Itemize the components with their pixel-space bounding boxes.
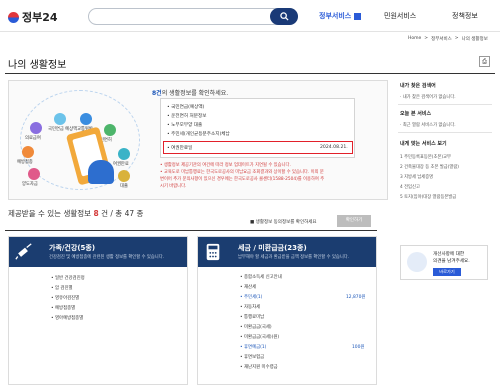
site-logo[interactable]: 정부24 xyxy=(8,9,58,25)
medical-icon xyxy=(30,122,42,134)
list-item[interactable]: • 노부모부양 대출 xyxy=(167,122,202,128)
breadcrumb-current: 나의 생활정보 xyxy=(461,37,488,42)
card-item[interactable]: • 영유아검진별 xyxy=(51,295,79,301)
search-button[interactable] xyxy=(270,8,298,25)
passport-expiry-date: 2024.08.21. xyxy=(320,145,348,150)
card-item-value: 12,870원 xyxy=(346,295,366,300)
search-input[interactable] xyxy=(88,8,298,25)
card-item[interactable]: • 휴면보험금 xyxy=(240,354,264,360)
sidebar-search-history-title: 내가 찾은 검색어 xyxy=(400,83,436,89)
card-item[interactable]: • 휴면예금(1) xyxy=(240,344,266,350)
card-item[interactable]: • 암 검진별 xyxy=(51,285,73,291)
sidebar-recommend-title: 내게 맞는 서비스 보기 xyxy=(400,141,447,147)
card-header: 가족/건강(5종) 건강검진 및 예방접종에 관련된 생활 정보를 확인할 수 … xyxy=(9,237,187,267)
card-item[interactable]: • 미환급금(국세)(원) xyxy=(240,334,279,340)
card-item[interactable]: • 재난지원 미수령금 xyxy=(240,364,278,370)
card-header: 세금 / 미환급금(23종) 납부해야 할 세금과 환급받을 금액 정보를 확인… xyxy=(198,237,376,267)
card-desc: 건강검진 및 예방접종에 관련된 생활 정보를 확인할 수 있습니다. xyxy=(49,255,165,260)
card-item-value: 100원 xyxy=(352,345,365,350)
breadcrumb: Home > 정부서비스 > 나의 생활정보 xyxy=(408,36,488,42)
info-count-text: 제공받을 수 있는 생활정보 8 건 / 총 47 종 xyxy=(8,209,144,218)
traffic-icon xyxy=(80,113,92,125)
title-divider xyxy=(5,73,495,74)
breadcrumb-gov[interactable]: 정부서비스 xyxy=(431,36,452,42)
card-item[interactable]: • 통행료미납 xyxy=(240,314,264,320)
sidebar-recommend-item[interactable]: 5 토지(임야)대장 열람등본발급 xyxy=(400,194,456,200)
intro-note: 변이어 추가 문의사항이 있으신 경우에는 한국도로공사 콜센터(1588-25… xyxy=(160,177,325,182)
card-item[interactable]: • 재산세 xyxy=(240,284,256,290)
calculator-icon xyxy=(206,243,220,261)
pension-icon xyxy=(54,113,66,125)
nav-civil-services[interactable]: 민원서비스 xyxy=(384,11,416,21)
card-title: 가족/건강(5종) xyxy=(49,244,96,252)
transfer-icon xyxy=(28,168,40,180)
logo-text: 정부24 xyxy=(22,11,58,24)
list-item[interactable]: • 국민연금(예상액) xyxy=(167,104,204,110)
nav-policy-info[interactable]: 정책정보 xyxy=(452,11,478,21)
loan-icon xyxy=(118,170,130,182)
consent-info-text: ■ 생활정보 동의정보를 확인하세요 xyxy=(250,220,317,225)
card-title: 세금 / 미환급금(23종) xyxy=(238,244,307,252)
card-item[interactable]: • 일반 건강검진정 xyxy=(51,275,85,281)
passport-icon xyxy=(118,148,130,160)
list-item[interactable]: • 운전면허 처분정보 xyxy=(167,113,206,119)
sidebar-recommend-item[interactable]: 3 지방세 납세증명 xyxy=(400,174,433,180)
passport-expiry-label: • 여권만료일 xyxy=(167,146,193,151)
breadcrumb-home[interactable]: Home xyxy=(408,36,421,42)
sidebar-search-history-empty: · 내가 찾은 검색어가 없습니다. xyxy=(400,95,456,100)
vaccine-icon xyxy=(22,146,34,158)
card-item[interactable]: • 자동차세 xyxy=(240,304,260,310)
feedback-banner[interactable]: 개선사항에 대한 의견을 남겨주세요. 바로가기 xyxy=(400,245,488,280)
intro-note: • 생활정보 제공기관의 여건에 따라 정보 업데이트가 지연될 수 있습니다. xyxy=(160,163,291,168)
intro-headline: 8건의 생활정보를 확인하세요. xyxy=(152,90,229,97)
list-item[interactable]: • 주민세(개인균등분주소지)체납 xyxy=(167,131,230,137)
active-check-icon xyxy=(354,12,362,20)
syringe-icon xyxy=(15,243,32,260)
sidebar-recommend-item[interactable]: 2 건축물대장 등 초본 발급(열람) xyxy=(400,164,459,170)
sidebar-recommend-item[interactable]: 1 주민등록표등본(초본)교부 xyxy=(400,154,451,160)
card-item[interactable]: • 종합소득세 신고안내 xyxy=(240,274,282,280)
search-icon xyxy=(279,12,289,21)
feedback-illustration-icon xyxy=(407,252,427,272)
logo-mark-icon xyxy=(8,11,19,23)
count-divider xyxy=(5,230,377,231)
card-family-health[interactable]: 가족/건강(5종) 건강검진 및 예방접종에 관련된 생활 정보를 확인할 수 … xyxy=(8,236,188,385)
card-item[interactable]: • 영아예방접종별 xyxy=(51,315,83,321)
confirm-button[interactable]: 확인하기 xyxy=(337,215,371,227)
hand-illustration xyxy=(88,160,114,184)
card-item[interactable]: • 예방접종별 xyxy=(51,305,75,311)
nav-government-services[interactable]: 정부서비스 xyxy=(319,11,362,21)
intro-note: 시기 바랍니다. xyxy=(160,184,187,189)
sidebar-recent-empty: · 최근 열람 서비스가 없습니다. xyxy=(400,123,456,128)
card-item[interactable]: • 미환급금(국세) xyxy=(240,324,272,330)
license-icon xyxy=(104,124,116,136)
card-tax-refund[interactable]: 세금 / 미환급금(23종) 납부해야 할 세금과 환급받을 금액 정보를 확인… xyxy=(197,236,377,385)
print-icon[interactable]: ⎙ xyxy=(479,56,490,67)
sidebar-recommend-item[interactable]: 4 전입신고 xyxy=(400,184,420,190)
sidebar-recent-title: 오늘 본 서비스 xyxy=(400,111,432,117)
page-title: 나의 생활정보 xyxy=(8,60,67,71)
card-item[interactable]: • 주민세(1) xyxy=(240,294,262,300)
card-desc: 납부해야 할 세금과 환급받을 금액 정보를 확인할 수 있습니다. xyxy=(238,255,350,260)
feedback-go-button[interactable]: 바로가기 xyxy=(433,268,461,276)
intro-note: • 교육도로 미납통행료는 한국도로공사의 미납요금 조회결과와 상이할 수 있… xyxy=(160,170,324,175)
